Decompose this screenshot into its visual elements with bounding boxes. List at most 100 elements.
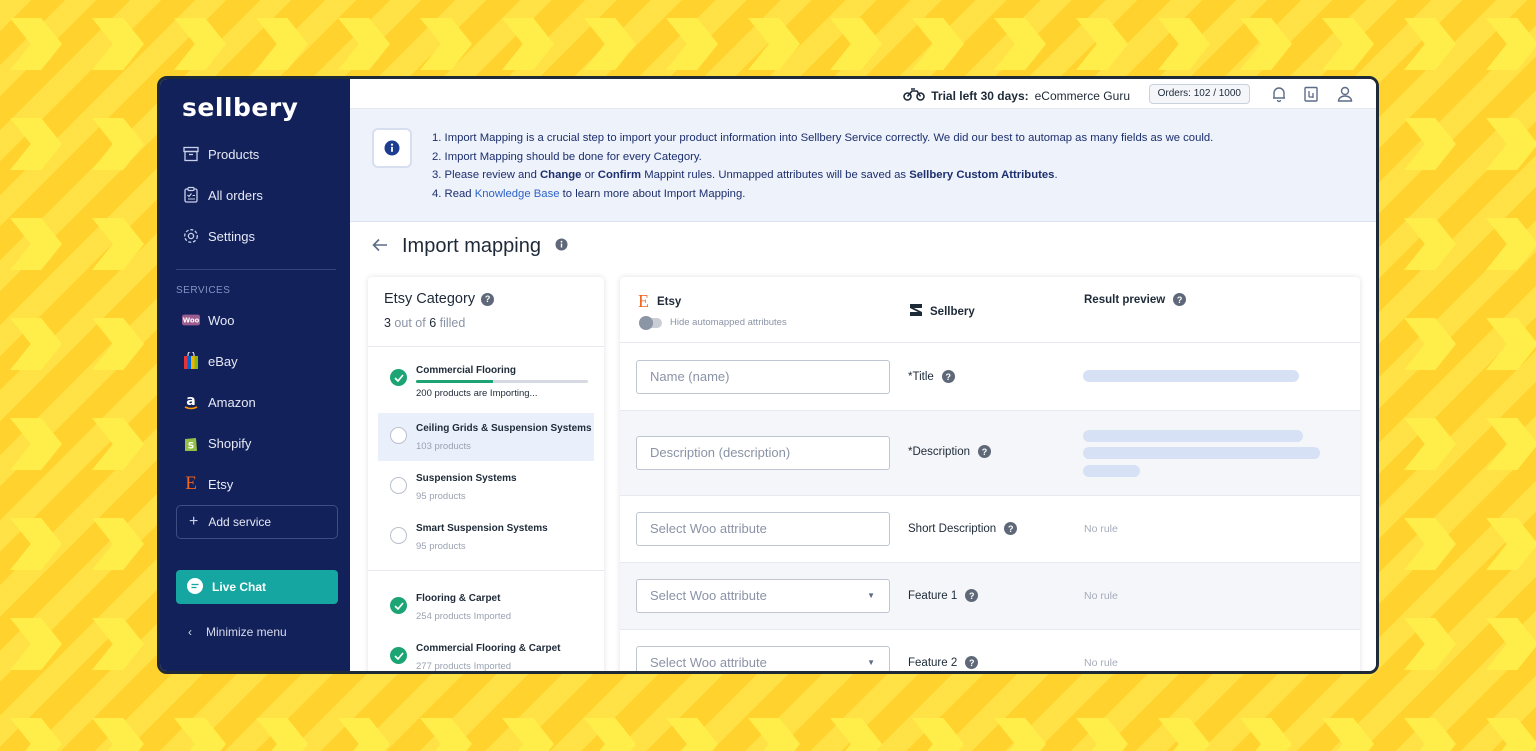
hide-automapped-toggle[interactable]: Hide automapped attributes bbox=[639, 315, 787, 330]
chevron-decoration bbox=[994, 718, 1046, 751]
svg-text:S: S bbox=[188, 442, 194, 452]
bell-icon[interactable] bbox=[1270, 85, 1288, 103]
chat-bubble-icon bbox=[186, 577, 204, 598]
category-item-suspension-systems[interactable]: Suspension Systems 95 products bbox=[378, 463, 594, 511]
category-item-flooring-carpet[interactable]: Flooring & Carpet 254 products Imported bbox=[378, 583, 594, 631]
chevron-decoration bbox=[1404, 618, 1456, 670]
service-label: Amazon bbox=[208, 394, 256, 410]
preview-no-rule: No rule bbox=[1084, 523, 1118, 535]
help-icon[interactable]: ? bbox=[481, 292, 495, 306]
preview-no-rule: No rule bbox=[1084, 657, 1118, 669]
chevron-decoration bbox=[1486, 518, 1536, 570]
radio-empty-icon bbox=[390, 527, 407, 544]
chevron-decoration bbox=[10, 518, 62, 570]
live-chat-button[interactable]: Live Chat bbox=[176, 570, 338, 604]
help-icon[interactable]: ? bbox=[965, 589, 979, 602]
chevron-decoration bbox=[10, 118, 62, 170]
chevron-decoration bbox=[92, 718, 144, 751]
attribute-input[interactable]: Name (name) bbox=[636, 360, 890, 394]
category-title: Etsy Category ? bbox=[384, 291, 588, 307]
chevron-decoration bbox=[174, 718, 226, 751]
add-service-button[interactable]: + Add service bbox=[176, 505, 338, 539]
preview-skeleton bbox=[1083, 447, 1320, 459]
help-icon[interactable]: ? bbox=[1004, 522, 1018, 535]
service-label: Woo bbox=[208, 312, 235, 328]
chevron-decoration bbox=[10, 318, 62, 370]
motorbike-icon bbox=[903, 87, 926, 104]
target-field-label: *Title? bbox=[908, 370, 955, 383]
chevron-decoration bbox=[420, 18, 472, 70]
attribute-dropdown[interactable]: Select Woo attribute ▼ bbox=[636, 646, 890, 671]
chevron-decoration bbox=[1486, 718, 1536, 751]
chevron-decoration bbox=[256, 18, 308, 70]
orders-counter[interactable]: Orders: 102 / 1000 bbox=[1148, 84, 1250, 104]
chevron-decoration bbox=[10, 718, 62, 751]
calendar-icon[interactable] bbox=[1302, 85, 1320, 103]
nav-label: Settings bbox=[208, 228, 255, 244]
radio-empty-icon bbox=[390, 477, 407, 494]
category-filled-count: 3 out of 6 filled bbox=[384, 316, 466, 330]
chevron-left-icon: ‹ bbox=[188, 625, 192, 639]
chevron-decoration bbox=[10, 218, 62, 270]
trial-plan: eCommerce Guru bbox=[1034, 88, 1130, 103]
app-window: sellbery Products All orders Settings S E… bbox=[157, 76, 1379, 674]
info-circle-icon[interactable] bbox=[555, 238, 568, 256]
target-field-label: Short Description? bbox=[908, 522, 1018, 535]
minimize-menu-button[interactable]: ‹ Minimize menu bbox=[188, 625, 287, 639]
radio-empty-icon bbox=[390, 427, 407, 444]
nav-all-orders[interactable]: All orders bbox=[182, 186, 263, 204]
live-chat-label: Live Chat bbox=[212, 580, 267, 594]
category-item-smart-suspension[interactable]: Smart Suspension Systems 95 products bbox=[378, 513, 594, 561]
attribute-dropdown[interactable]: Select Woo attribute ▼ bbox=[636, 579, 890, 613]
caret-down-icon: ▼ bbox=[867, 658, 875, 667]
service-shopify[interactable]: S Shopify bbox=[182, 434, 251, 452]
help-icon[interactable]: ? bbox=[965, 656, 979, 669]
chevron-decoration bbox=[1404, 218, 1456, 270]
woo-icon: Woo bbox=[182, 311, 200, 329]
category-item-commercial-flooring-carpet[interactable]: Commercial Flooring & Carpet 277 product… bbox=[378, 633, 594, 671]
category-item-commercial-flooring[interactable]: Commercial Flooring 200 products are Imp… bbox=[378, 355, 594, 403]
chevron-decoration bbox=[748, 718, 800, 751]
chevron-decoration bbox=[1486, 618, 1536, 670]
mapping-row-title: Name (name) *Title? bbox=[620, 344, 1360, 411]
category-item-ceiling-grids[interactable]: Ceiling Grids & Suspension Systems 103 p… bbox=[378, 413, 594, 461]
service-ebay[interactable]: eBay bbox=[182, 352, 238, 370]
svg-text:a: a bbox=[186, 393, 195, 409]
minimize-label: Minimize menu bbox=[206, 625, 287, 639]
help-icon[interactable]: ? bbox=[978, 445, 991, 458]
back-arrow-icon[interactable] bbox=[372, 236, 388, 257]
toggle-switch[interactable] bbox=[639, 315, 662, 330]
service-woo[interactable]: Woo Woo bbox=[182, 311, 235, 329]
nav-label: All orders bbox=[208, 187, 263, 203]
nav-products[interactable]: Products bbox=[182, 145, 259, 163]
info-list: 1. Import Mapping is a crucial step to i… bbox=[432, 129, 1213, 204]
user-icon[interactable] bbox=[1336, 85, 1354, 103]
sellbery-logo[interactable]: sellbery bbox=[182, 93, 298, 122]
category-header: Etsy Category ? 3 out of 6 filled bbox=[368, 277, 604, 347]
info-banner: 1. Import Mapping is a crucial step to i… bbox=[350, 109, 1376, 222]
help-icon[interactable]: ? bbox=[941, 370, 955, 383]
service-amazon[interactable]: a Amazon bbox=[182, 393, 256, 411]
nav-settings[interactable]: Settings bbox=[182, 227, 255, 245]
category-divider bbox=[368, 570, 604, 571]
target-field-label: Feature 1? bbox=[908, 589, 979, 602]
help-icon[interactable]: ? bbox=[1173, 293, 1187, 306]
mapping-row-description: Description (description) *Description? bbox=[620, 411, 1360, 496]
chevron-decoration bbox=[1486, 18, 1536, 70]
service-etsy[interactable]: E Etsy bbox=[182, 473, 233, 494]
chevron-decoration bbox=[666, 18, 718, 70]
add-service-label: Add service bbox=[208, 515, 272, 529]
chevron-decoration bbox=[174, 18, 226, 70]
main-content: Trial left 30 days: eCommerce Guru Order… bbox=[350, 79, 1376, 671]
service-label: Shopify bbox=[208, 435, 252, 451]
attribute-select[interactable]: Select Woo attribute bbox=[636, 512, 890, 546]
mapping-row-short-description: Select Woo attribute Short Description? … bbox=[620, 496, 1360, 563]
chevron-decoration bbox=[1486, 118, 1536, 170]
knowledge-base-link[interactable]: Knowledge Base bbox=[475, 188, 560, 200]
chevron-decoration bbox=[1486, 218, 1536, 270]
attribute-input[interactable]: Description (description) bbox=[636, 436, 890, 470]
ebay-bag-icon bbox=[182, 352, 200, 370]
amazon-icon: a bbox=[182, 393, 200, 411]
chevron-decoration bbox=[1240, 718, 1292, 751]
chevron-decoration bbox=[1404, 518, 1456, 570]
